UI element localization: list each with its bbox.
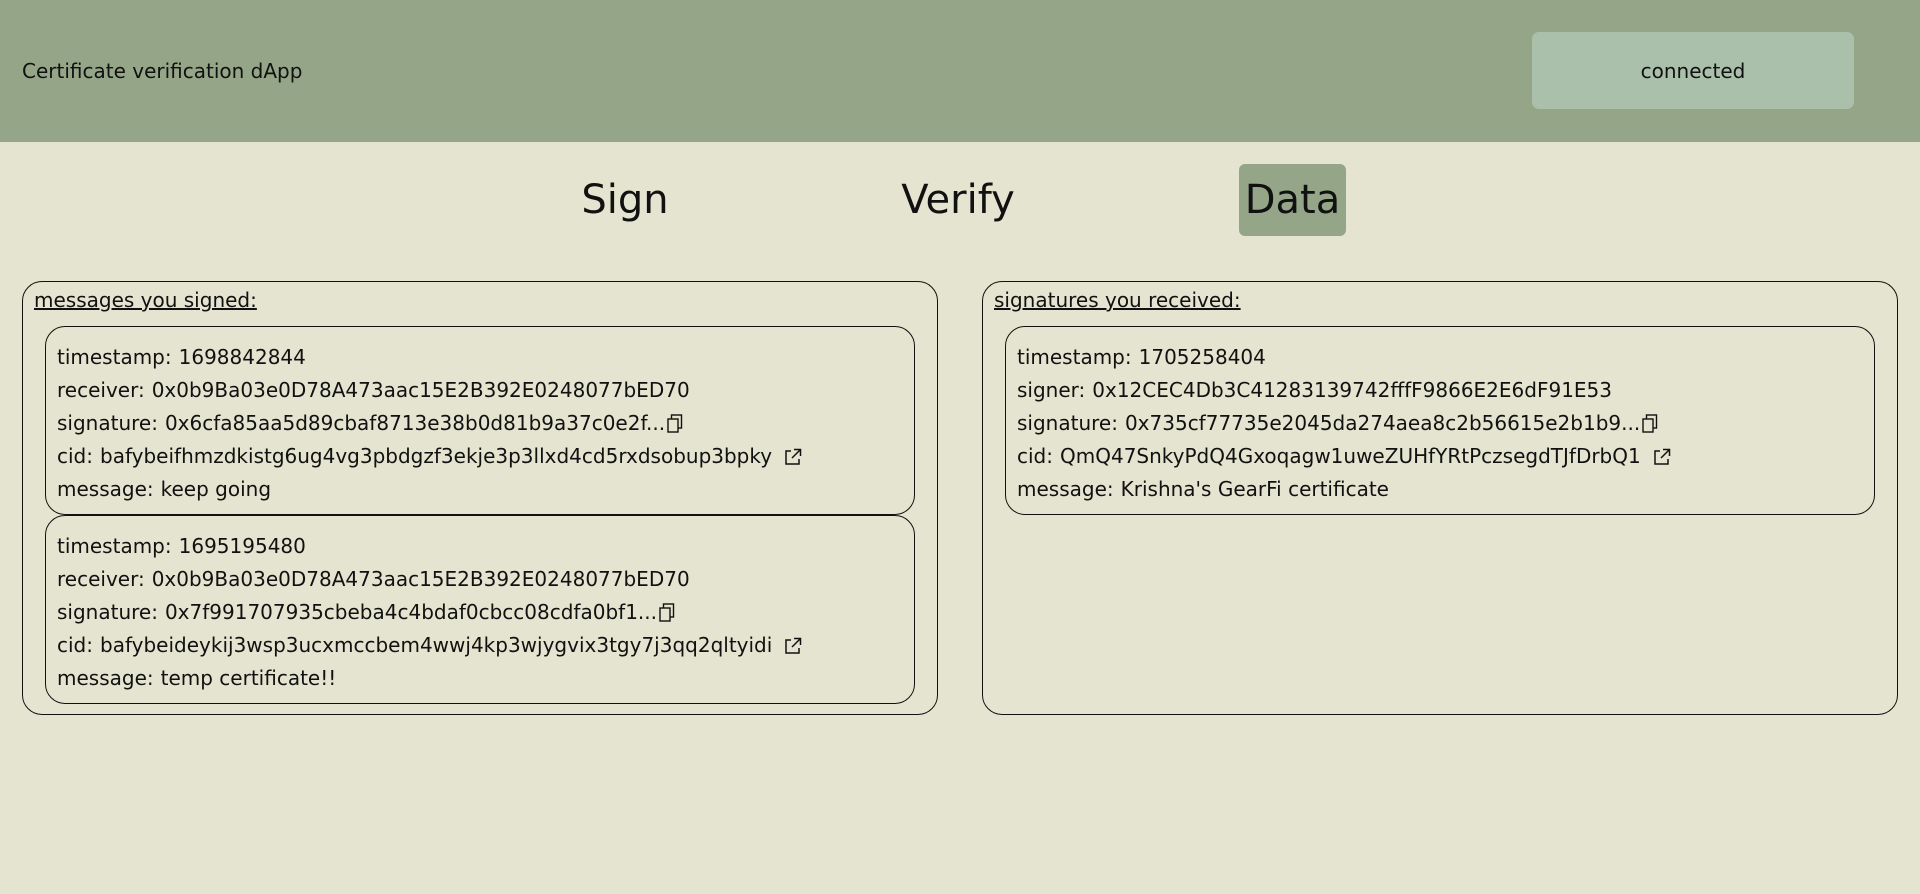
cid-row: cid: QmQ47SnkyPdQ4Gxoqagw1uweZUHfYRtPczs… bbox=[1017, 440, 1874, 473]
timestamp-row: timestamp: 1695195480 bbox=[57, 530, 914, 563]
cid-value: QmQ47SnkyPdQ4Gxoqagw1uweZUHfYRtPczsegdTJ… bbox=[1060, 444, 1641, 468]
tab-data[interactable]: Data bbox=[1239, 164, 1346, 236]
panel-title: signatures you received: bbox=[994, 288, 1241, 312]
message-value: Krishna's GearFi certificate bbox=[1120, 477, 1389, 501]
timestamp-row: timestamp: 1698842844 bbox=[57, 341, 914, 374]
signer-row: signer: 0x12CEC4Db3C41283139742fffF9866E… bbox=[1017, 374, 1874, 407]
cid-row: cid: bafybeifhmzdkistg6ug4vg3pbdgzf3ekje… bbox=[57, 440, 914, 473]
message-value: temp certificate!! bbox=[160, 666, 337, 690]
received-signature-card: timestamp: 1705258404 signer: 0x12CEC4Db… bbox=[1005, 326, 1875, 515]
external-link-icon[interactable] bbox=[784, 448, 802, 466]
signature-row: signature: 0x735cf77735e2045da274aea8c2b… bbox=[1017, 407, 1874, 440]
signature-value: 0x735cf77735e2045da274aea8c2b56615e2b1b9… bbox=[1124, 411, 1641, 435]
panel-title: messages you signed: bbox=[34, 288, 257, 312]
copy-icon[interactable] bbox=[659, 602, 675, 623]
received-signatures-panel: signatures you received: timestamp: 1705… bbox=[982, 281, 1898, 715]
receiver-row: receiver: 0x0b9Ba03e0D78A473aac15E2B392E… bbox=[57, 374, 914, 407]
signature-row: signature: 0x6cfa85aa5d89cbaf8713e38b0d8… bbox=[57, 407, 914, 440]
signed-message-card: timestamp: 1698842844 receiver: 0x0b9Ba0… bbox=[45, 326, 915, 515]
cid-row: cid: bafybeideykij3wsp3ucxmccbem4wwj4kp3… bbox=[57, 629, 914, 662]
timestamp-row: timestamp: 1705258404 bbox=[1017, 341, 1874, 374]
signature-value: 0x7f991707935cbeba4c4bdaf0cbcc08cdfa0bf1… bbox=[164, 600, 657, 624]
receiver-value: 0x0b9Ba03e0D78A473aac15E2B392E0248077bED… bbox=[151, 567, 690, 591]
copy-icon[interactable] bbox=[667, 413, 683, 434]
message-row: message: temp certificate!! bbox=[57, 662, 914, 695]
receiver-value: 0x0b9Ba03e0D78A473aac15E2B392E0248077bED… bbox=[151, 378, 690, 402]
cid-value: bafybeifhmzdkistg6ug4vg3pbdgzf3ekje3p3ll… bbox=[100, 444, 773, 468]
timestamp-value: 1698842844 bbox=[178, 345, 306, 369]
signer-value: 0x12CEC4Db3C41283139742fffF9866E2E6dF91E… bbox=[1092, 378, 1613, 402]
wallet-connect-button[interactable]: connected bbox=[1532, 32, 1854, 109]
signature-value: 0x6cfa85aa5d89cbaf8713e38b0d81b9a37c0e2f… bbox=[164, 411, 666, 435]
cid-value: bafybeideykij3wsp3ucxmccbem4wwj4kp3wjygv… bbox=[100, 633, 773, 657]
external-link-icon[interactable] bbox=[1653, 448, 1671, 466]
signed-message-card: timestamp: 1695195480 receiver: 0x0b9Ba0… bbox=[45, 515, 915, 704]
signed-messages-panel: messages you signed: timestamp: 16988428… bbox=[22, 281, 938, 715]
tab-verify[interactable]: Verify bbox=[901, 164, 1014, 236]
external-link-icon[interactable] bbox=[784, 637, 802, 655]
message-row: message: keep going bbox=[57, 473, 914, 506]
tab-sign[interactable]: Sign bbox=[581, 164, 668, 236]
receiver-row: receiver: 0x0b9Ba03e0D78A473aac15E2B392E… bbox=[57, 563, 914, 596]
copy-icon[interactable] bbox=[1642, 413, 1658, 434]
header-bar: Certificate verification dApp connected bbox=[0, 0, 1920, 142]
timestamp-value: 1695195480 bbox=[178, 534, 306, 558]
signature-row: signature: 0x7f991707935cbeba4c4bdaf0cbc… bbox=[57, 596, 914, 629]
timestamp-value: 1705258404 bbox=[1138, 345, 1266, 369]
app-title: Certificate verification dApp bbox=[22, 59, 303, 83]
message-row: message: Krishna's GearFi certificate bbox=[1017, 473, 1874, 506]
message-value: keep going bbox=[160, 477, 272, 501]
